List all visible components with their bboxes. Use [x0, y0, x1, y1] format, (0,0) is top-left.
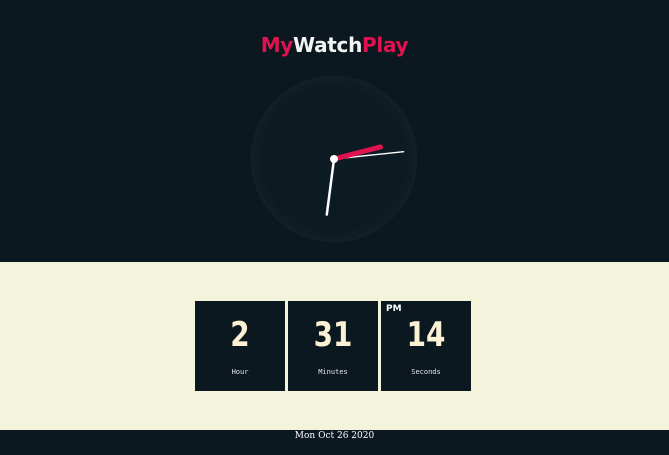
digital-clock-section: 2 Hour 31 Minutes PM 14 Seconds [0, 262, 669, 430]
clock-center-pin [330, 155, 338, 163]
date-text: Mon Oct 26 2020 [294, 431, 375, 441]
hour-tile: 2 Hour [195, 301, 285, 391]
analog-clock [249, 74, 419, 244]
app-title-my: My [260, 33, 294, 57]
seconds-value: 14 [406, 315, 446, 355]
digital-clock: 2 Hour 31 Minutes PM 14 Seconds [195, 301, 475, 391]
minutes-label: Minutes [318, 368, 348, 376]
clock-header-section: MyWatchPlay [0, 0, 669, 262]
hour-label: Hour [231, 368, 249, 376]
hour-value: 2 [230, 315, 250, 355]
seconds-tile: PM 14 Seconds [381, 301, 471, 391]
minutes-value: 31 [313, 315, 353, 355]
app-title: MyWatchPlay [0, 33, 669, 57]
footer: Mon Oct 26 2020 [0, 430, 669, 455]
minutes-tile: 31 Minutes [288, 301, 378, 391]
app-title-watch: Watch [293, 33, 363, 57]
app-title-play: Play [362, 33, 409, 57]
seconds-label: Seconds [411, 368, 441, 376]
